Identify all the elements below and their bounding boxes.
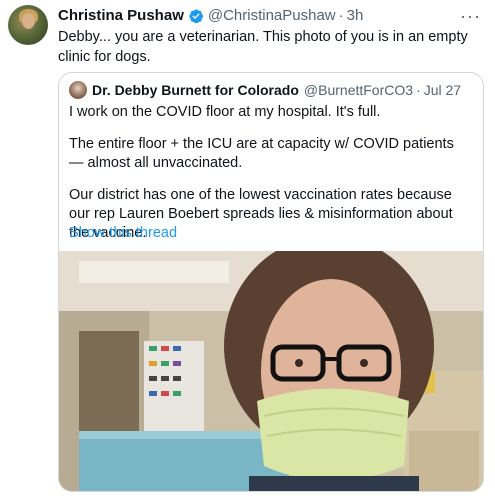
author-avatar[interactable] bbox=[8, 5, 48, 45]
verified-badge-icon bbox=[188, 8, 204, 24]
quoted-header-separator: · bbox=[416, 82, 421, 98]
author-name[interactable]: Christina Pushaw bbox=[58, 7, 184, 24]
avatar-face bbox=[22, 13, 35, 29]
quoted-paragraph: The entire floor + the ICU are at capaci… bbox=[69, 136, 454, 171]
more-horizontal-icon[interactable]: ··· bbox=[460, 6, 481, 27]
selfie-photo-illustration bbox=[59, 251, 483, 491]
author-handle[interactable]: @ChristinaPushaw bbox=[208, 7, 336, 24]
quoted-author-handle: @BurnettForCO3 bbox=[303, 82, 414, 98]
quoted-tweet-photo[interactable] bbox=[59, 251, 483, 491]
header-separator: · bbox=[338, 7, 344, 24]
quoted-author-name: Dr. Debby Burnett for Colorado bbox=[92, 82, 299, 98]
tweet-text: Debby... you are a veterinarian. This ph… bbox=[58, 29, 468, 65]
quoted-paragraph: I work on the COVID floor at my hospital… bbox=[69, 104, 381, 120]
quoted-tweet-header: Dr. Debby Burnett for Colorado @BurnettF… bbox=[69, 81, 461, 99]
quoted-tweet-date: Jul 27 bbox=[423, 82, 462, 98]
tweet[interactable]: Christina Pushaw @ChristinaPushaw · 3h ·… bbox=[0, 0, 495, 500]
quoted-tweet[interactable]: Dr. Debby Burnett for Colorado @BurnettF… bbox=[58, 72, 484, 492]
quoted-author-avatar bbox=[69, 81, 87, 99]
tweet-header: Christina Pushaw @ChristinaPushaw · 3h bbox=[58, 7, 363, 24]
show-thread-link[interactable]: Show this thread bbox=[69, 225, 177, 241]
tweet-timestamp[interactable]: 3h bbox=[347, 7, 364, 24]
